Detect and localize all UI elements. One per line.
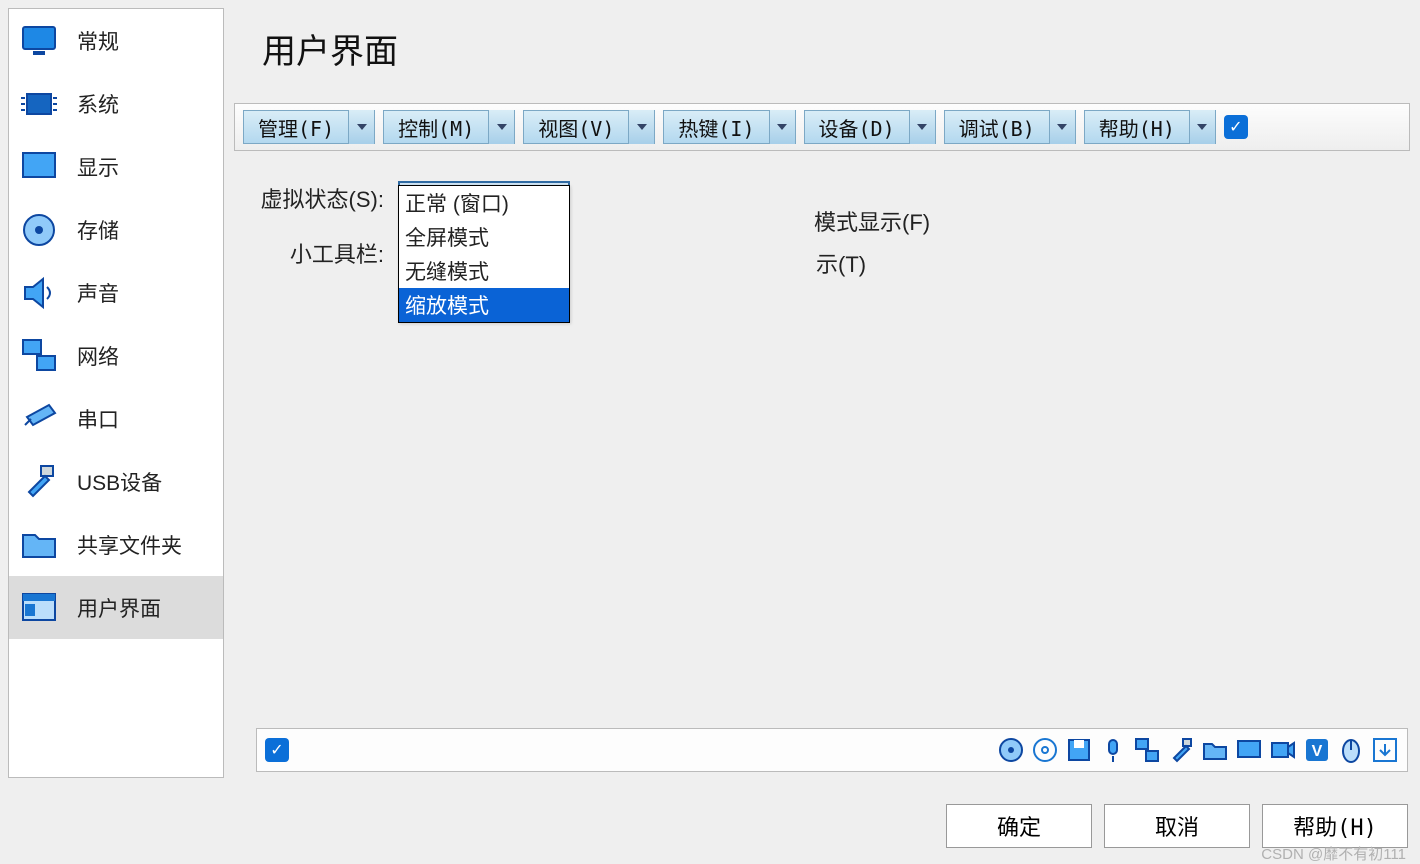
virtual-state-dropdown[interactable]: 正常 (窗口) 全屏模式 无缝模式 缩放模式 — [398, 185, 570, 323]
svg-text:V: V — [1312, 743, 1323, 760]
menubar-toolbar: 管理(F) 控制(M) 视图(V) 热键(I) 设备(D) 调试(B) 帮助(H… — [234, 103, 1410, 151]
monitor-icon — [19, 21, 59, 61]
checkbox-text-fullscreen: 模式显示(F) — [814, 205, 930, 237]
chip-icon — [19, 84, 59, 124]
menu-help[interactable]: 帮助(H) — [1084, 110, 1216, 144]
sidebar-item-serial[interactable]: 串口 — [9, 387, 223, 450]
down-arrow-icon[interactable] — [1371, 736, 1399, 764]
page-title: 用户界面 — [234, 8, 1410, 103]
speaker-icon — [19, 273, 59, 313]
option-fullscreen[interactable]: 全屏模式 — [399, 220, 569, 254]
sidebar-item-usb[interactable]: USB设备 — [9, 450, 223, 513]
menu-hotkey[interactable]: 热键(I) — [663, 110, 795, 144]
sidebar-item-system[interactable]: 系统 — [9, 72, 223, 135]
sidebar-label: 网络 — [77, 341, 119, 371]
folder-icon — [19, 525, 59, 565]
chevron-down-icon[interactable] — [348, 110, 374, 144]
option-scaled[interactable]: 缩放模式 — [399, 288, 569, 322]
sidebar-label: 系统 — [77, 89, 119, 119]
option-seamless[interactable]: 无缝模式 — [399, 254, 569, 288]
display-icon — [19, 147, 59, 187]
sidebar-label: 显示 — [77, 152, 119, 182]
sidebar-item-display[interactable]: 显示 — [9, 135, 223, 198]
form-area: 虚拟状态(S): 正常 (窗口) 小工具栏: 模式显示(F) 示(T) 正常 (… — [234, 151, 1410, 291]
usb-icon — [19, 462, 59, 502]
sidebar-item-general[interactable]: 常规 — [9, 9, 223, 72]
sidebar-label: 存储 — [77, 215, 119, 245]
virtual-state-label: 虚拟状态(S): — [234, 182, 384, 214]
v-icon[interactable]: V — [1303, 736, 1331, 764]
main-panel: 用户界面 管理(F) 控制(M) 视图(V) 热键(I) 设备(D) 调试(B)… — [234, 8, 1410, 291]
network-icon — [19, 336, 59, 376]
dialog-buttons: 确定 取消 帮助(H) — [946, 804, 1408, 848]
chevron-down-icon[interactable] — [1049, 110, 1075, 144]
help-button[interactable]: 帮助(H) — [1262, 804, 1408, 848]
sidebar-item-storage[interactable]: 存储 — [9, 198, 223, 261]
record-icon[interactable] — [1269, 736, 1297, 764]
disk-icon — [19, 210, 59, 250]
menu-devices[interactable]: 设备(D) — [804, 110, 936, 144]
sidebar-label: USB设备 — [77, 467, 162, 497]
chevron-down-icon[interactable] — [488, 110, 514, 144]
sidebar-item-network[interactable]: 网络 — [9, 324, 223, 387]
watermark: CSDN @靡不有初111 — [1261, 843, 1406, 864]
audio-icon[interactable] — [1099, 736, 1127, 764]
option-normal[interactable]: 正常 (窗口) — [399, 186, 569, 220]
cd-icon[interactable] — [1031, 736, 1059, 764]
cancel-button[interactable]: 取消 — [1104, 804, 1250, 848]
chevron-down-icon[interactable] — [769, 110, 795, 144]
checkbox-text-t: 示(T) — [816, 247, 866, 279]
floppy-icon[interactable] — [1065, 736, 1093, 764]
sidebar-label: 用户界面 — [77, 593, 161, 623]
sidebar-label: 声音 — [77, 278, 119, 308]
menu-view[interactable]: 视图(V) — [523, 110, 655, 144]
settings-sidebar: 常规 系统 显示 存储 声音 网络 串口 USB设备 共享文件夹 用户界面 — [8, 8, 224, 778]
menu-control[interactable]: 控制(M) — [383, 110, 515, 144]
mouse-icon[interactable] — [1337, 736, 1365, 764]
toolbar-label: 小工具栏: — [234, 237, 384, 269]
sidebar-label: 常规 — [77, 26, 119, 56]
network-icon[interactable] — [1133, 736, 1161, 764]
folder-icon[interactable] — [1201, 736, 1229, 764]
statusbar-check-toggle[interactable] — [265, 738, 289, 762]
serial-icon — [19, 399, 59, 439]
chevron-down-icon[interactable] — [909, 110, 935, 144]
ui-icon — [19, 588, 59, 628]
status-icons: V — [997, 736, 1399, 764]
usb-icon[interactable] — [1167, 736, 1195, 764]
menu-debug[interactable]: 调试(B) — [944, 110, 1076, 144]
disk-icon[interactable] — [997, 736, 1025, 764]
sidebar-label: 共享文件夹 — [77, 530, 182, 560]
ok-button[interactable]: 确定 — [946, 804, 1092, 848]
chevron-down-icon[interactable] — [1189, 110, 1215, 144]
chevron-down-icon[interactable] — [628, 110, 654, 144]
status-toolbar: V — [256, 728, 1408, 772]
display-icon[interactable] — [1235, 736, 1263, 764]
menu-manage[interactable]: 管理(F) — [243, 110, 375, 144]
sidebar-label: 串口 — [77, 404, 119, 434]
sidebar-item-shared[interactable]: 共享文件夹 — [9, 513, 223, 576]
sidebar-item-audio[interactable]: 声音 — [9, 261, 223, 324]
sidebar-item-ui[interactable]: 用户界面 — [9, 576, 223, 639]
menubar-check-toggle[interactable] — [1224, 115, 1248, 139]
